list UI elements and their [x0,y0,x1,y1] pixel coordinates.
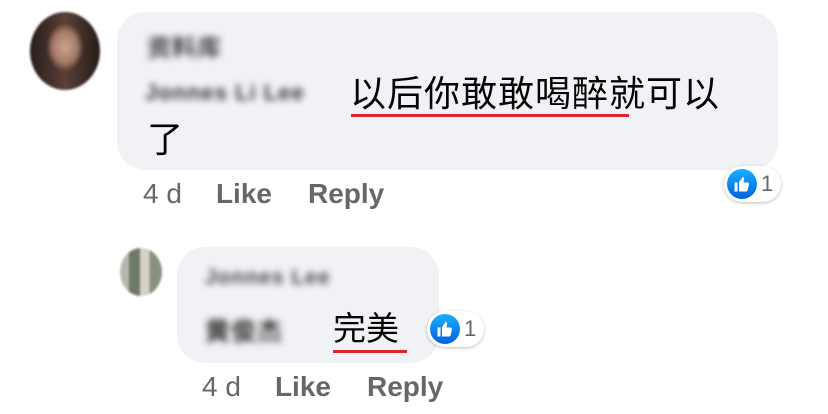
reply-avatar[interactable] [120,248,162,296]
like-button[interactable]: Like [216,178,272,210]
reply-like-button[interactable]: Like [275,371,331,403]
comment-actions: 4 d Like Reply [143,178,420,210]
comment-thread: 资料库 Jonnes Li Lee 以后你敢敢喝醉就可以 了 1 4 d Lik… [0,0,828,414]
thumbs-up-icon [727,169,757,199]
reply-text: 完美 [333,309,399,348]
reply-reaction-count: 1 [464,316,477,341]
comment-timestamp[interactable]: 4 d [143,178,182,210]
thumbs-up-icon [430,314,460,344]
reaction-badge[interactable]: 1 [724,166,782,202]
comment-text-line1: 以后你敢敢喝醉就可以 [350,74,721,115]
red-underline-annotation [333,350,407,353]
comment-mention-tag[interactable]: Jonnes Li Lee [145,80,305,106]
reply-reply-button[interactable]: Reply [367,371,443,403]
red-underline-annotation [351,114,629,117]
reply-mention-tag[interactable]: 黄俊杰 [205,312,283,348]
comment-text-line2: 了 [147,120,184,161]
reply-timestamp[interactable]: 4 d [202,371,241,403]
reply-actions: 4 d Like Reply [202,371,479,403]
reply-reaction-badge[interactable]: 1 [427,311,485,347]
reply-author-name[interactable]: Jonnes Lee [205,266,331,290]
comment-author-name[interactable]: 资料库 [147,28,222,63]
reply-button[interactable]: Reply [308,178,384,210]
commenter-avatar[interactable] [30,12,100,90]
reaction-count: 1 [761,171,774,196]
